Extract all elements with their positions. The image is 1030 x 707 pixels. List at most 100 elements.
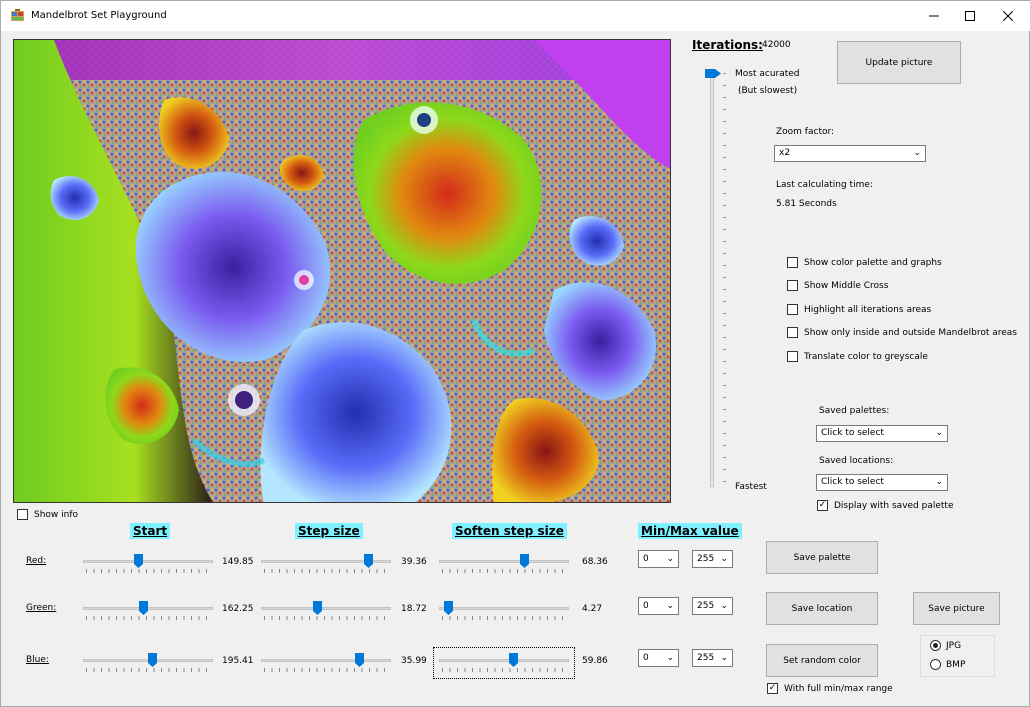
minimize-icon [929,15,939,17]
main-window: Mandelbrot Set Playground Show info Iter… [0,0,1030,707]
option-checkbox[interactable]: Show Middle Cross [787,280,888,291]
show-info-box [17,509,28,520]
start-value: 195.41 [222,656,254,666]
fractal-image [14,40,670,502]
soften-slider[interactable] [433,647,575,679]
chevron-down-icon: ⌄ [935,477,943,487]
save-palette-button[interactable]: Save palette [766,541,878,574]
step-slider[interactable] [261,601,391,621]
option-box [787,327,798,338]
fastest-label: Fastest [735,482,767,492]
slider-thumb[interactable] [313,601,323,615]
slider-track [439,607,569,610]
show-info-checkbox[interactable]: Show info [17,509,78,520]
slider-thumb[interactable] [138,601,148,615]
save-location-button[interactable]: Save location [766,592,878,625]
slider-ticks [442,616,566,620]
jpg-label: JPG [946,640,962,651]
step-value: 39.36 [401,557,427,567]
slider-thumb[interactable] [133,554,143,568]
chevron-down-icon: ⌄ [720,554,728,564]
slider-thumb[interactable] [443,601,453,615]
slider-thumb[interactable] [148,653,158,667]
format-jpg-radio[interactable]: JPG [930,640,961,651]
app-icon [11,9,24,21]
update-picture-button[interactable]: Update picture [837,41,961,84]
max-select[interactable]: 255 ⌄ [692,550,733,568]
full-range-checkbox[interactable]: ✓ With full min/max range [767,683,893,694]
saved-locations-select[interactable]: Click to select ⌄ [816,474,948,491]
iterations-slider-track[interactable] [710,71,714,487]
zoom-factor-select[interactable]: x2 ⌄ [774,145,926,162]
min-value: 0 [643,653,649,663]
slider-thumb[interactable] [509,653,519,667]
saved-locations-label: Saved locations: [819,456,894,466]
max-select[interactable]: 255 ⌄ [692,649,733,667]
option-checkbox[interactable]: Translate color to greyscale [787,351,928,362]
calc-time-label: Last calculating time: [776,180,873,190]
iterations-slider-thumb[interactable] [705,69,721,78]
calc-time-value: 5.81 Seconds [776,199,837,209]
slider-ticks [86,569,210,573]
chevron-down-icon: ⌄ [720,601,728,611]
min-select[interactable]: 0 ⌄ [638,550,679,568]
saved-palettes-label: Saved palettes: [819,406,890,416]
slider-ticks [86,616,210,620]
saved-locations-value: Click to select [821,477,884,487]
slider-ticks [86,668,210,672]
option-label: Show only inside and outside Mandelbrot … [804,327,1017,338]
max-select[interactable]: 255 ⌄ [692,597,733,615]
slider-ticks [442,569,566,573]
start-slider[interactable] [83,601,213,621]
slider-track [439,659,569,662]
slider-ticks [264,668,388,672]
option-label: Translate color to greyscale [804,351,928,362]
option-checkbox[interactable]: Highlight all iterations areas [787,304,931,315]
mandelbrot-canvas[interactable] [13,39,671,503]
bmp-label: BMP [946,659,966,670]
max-value: 255 [697,554,715,564]
soften-value: 59.86 [582,656,608,666]
soften-slider[interactable] [439,554,569,574]
step-slider[interactable] [261,653,391,673]
slider-thumb[interactable] [363,554,373,568]
minmax-header: Min/Max value [638,523,742,539]
max-value: 255 [697,601,715,611]
min-select[interactable]: 0 ⌄ [638,649,679,667]
min-value: 0 [643,554,649,564]
display-saved-palette-box: ✓ [817,500,828,511]
maximize-icon [965,11,975,21]
option-checkbox[interactable]: Show only inside and outside Mandelbrot … [787,327,1017,338]
random-color-button[interactable]: Set random color [766,644,878,677]
min-select[interactable]: 0 ⌄ [638,597,679,615]
start-slider[interactable] [83,554,213,574]
step-value: 35.99 [401,656,427,666]
save-picture-button[interactable]: Save picture [913,592,1000,625]
close-button[interactable] [985,1,1030,31]
most-accurate-label: Most acurated [735,69,800,79]
option-box [787,304,798,315]
start-value: 162.25 [222,604,254,614]
soften-value: 68.36 [582,557,608,567]
slider-thumb[interactable] [520,554,530,568]
saved-palettes-select[interactable]: Click to select ⌄ [816,425,948,442]
title-bar: Mandelbrot Set Playground [1,1,1030,31]
window-title: Mandelbrot Set Playground [31,10,167,21]
iterations-label: Iterations: [692,38,763,52]
option-checkbox[interactable]: Show color palette and graphs [787,257,942,268]
slider-track [83,560,213,563]
bmp-radio-circle [930,659,941,670]
slider-ticks [264,569,388,573]
option-box [787,351,798,362]
slider-thumb[interactable] [355,653,365,667]
step-size-header: Step size [295,523,363,539]
start-slider[interactable] [83,653,213,673]
display-saved-palette-checkbox[interactable]: ✓ Display with saved palette [817,500,954,511]
format-bmp-radio[interactable]: BMP [930,659,965,670]
slider-track [83,607,213,610]
max-value: 255 [697,653,715,663]
step-slider[interactable] [261,554,391,574]
soften-slider[interactable] [439,601,569,621]
slider-ticks [264,616,388,620]
row-label: Green: [26,603,57,613]
